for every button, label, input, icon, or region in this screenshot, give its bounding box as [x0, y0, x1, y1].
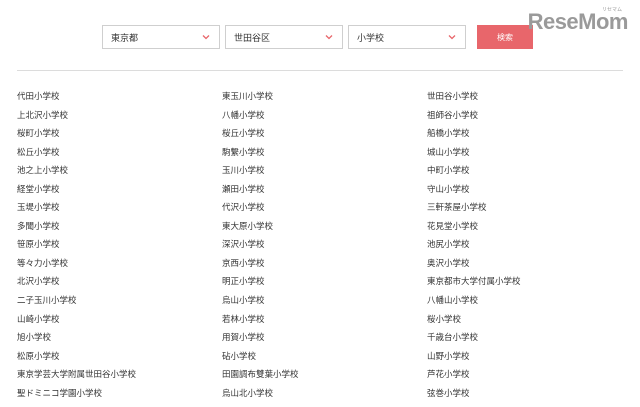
school-list: 代田小学校 上北沢小学校 桜町小学校 松丘小学校 池之上小学校 経堂小学校 玉堤小学校 多聞小…	[17, 88, 632, 403]
school-link[interactable]: 北沢小学校	[17, 273, 222, 292]
chevron-down-icon	[325, 35, 333, 40]
school-link[interactable]: 東大原小学校	[222, 218, 427, 237]
school-link[interactable]: 芦花小学校	[427, 366, 632, 385]
school-link[interactable]: 山崎小学校	[17, 311, 222, 330]
school-link[interactable]: 京西小学校	[222, 255, 427, 274]
school-link[interactable]: 笹原小学校	[17, 236, 222, 255]
search-filters: 東京都 世田谷区 小学校 検索	[102, 25, 533, 49]
school-link[interactable]: 明正小学校	[222, 273, 427, 292]
school-link[interactable]: 東玉川小学校	[222, 88, 427, 107]
school-link[interactable]: 松丘小学校	[17, 144, 222, 163]
school-link[interactable]: 桜町小学校	[17, 125, 222, 144]
school-link[interactable]: 池之上小学校	[17, 162, 222, 181]
school-link[interactable]: 玉堤小学校	[17, 199, 222, 218]
chevron-down-icon	[448, 35, 456, 40]
school-link[interactable]: 二子玉川小学校	[17, 292, 222, 311]
school-type-select-value: 小学校	[357, 33, 385, 44]
chevron-down-icon	[202, 35, 210, 40]
school-link[interactable]: 奥沢小学校	[427, 255, 632, 274]
school-link[interactable]: 山野小学校	[427, 348, 632, 367]
school-link[interactable]: 松原小学校	[17, 348, 222, 367]
school-link[interactable]: 桜丘小学校	[222, 125, 427, 144]
school-link[interactable]: 八幡山小学校	[427, 292, 632, 311]
school-link[interactable]: 東京都市大学付属小学校	[427, 273, 632, 292]
school-link[interactable]: 烏山小学校	[222, 292, 427, 311]
school-link[interactable]: 上北沢小学校	[17, 107, 222, 126]
school-link[interactable]: 八幡小学校	[222, 107, 427, 126]
school-link[interactable]: 三軒茶屋小学校	[427, 199, 632, 218]
school-link[interactable]: 中町小学校	[427, 162, 632, 181]
city-select[interactable]: 世田谷区	[225, 25, 343, 49]
school-link[interactable]: 代田小学校	[17, 88, 222, 107]
school-link[interactable]: 花見堂小学校	[427, 218, 632, 237]
school-link[interactable]: 城山小学校	[427, 144, 632, 163]
school-link[interactable]: 祖師谷小学校	[427, 107, 632, 126]
school-link[interactable]: 桜小学校	[427, 311, 632, 330]
school-link[interactable]: 瀬田小学校	[222, 181, 427, 200]
school-link[interactable]: 聖ドミニコ学園小学校	[17, 385, 222, 404]
school-link[interactable]: 等々力小学校	[17, 255, 222, 274]
search-button[interactable]: 検索	[477, 25, 533, 49]
school-link[interactable]: 東京学芸大学附属世田谷小学校	[17, 366, 222, 385]
school-link[interactable]: 若林小学校	[222, 311, 427, 330]
city-select-value: 世田谷区	[234, 33, 271, 44]
school-column-1: 代田小学校 上北沢小学校 桜町小学校 松丘小学校 池之上小学校 経堂小学校 玉堤小学校 多聞小…	[17, 88, 222, 403]
school-type-select[interactable]: 小学校	[348, 25, 466, 49]
school-link[interactable]: 世田谷小学校	[427, 88, 632, 107]
prefecture-select-value: 東京都	[111, 33, 139, 44]
school-link[interactable]: 千歳台小学校	[427, 329, 632, 348]
school-link[interactable]: 田園調布雙葉小学校	[222, 366, 427, 385]
school-link[interactable]: 船橋小学校	[427, 125, 632, 144]
school-link[interactable]: 旭小学校	[17, 329, 222, 348]
school-link[interactable]: 守山小学校	[427, 181, 632, 200]
school-link[interactable]: 代沢小学校	[222, 199, 427, 218]
school-link[interactable]: 多聞小学校	[17, 218, 222, 237]
school-link[interactable]: 用賀小学校	[222, 329, 427, 348]
school-link[interactable]: 砧小学校	[222, 348, 427, 367]
prefecture-select[interactable]: 東京都	[102, 25, 220, 49]
school-link[interactable]: 駒繋小学校	[222, 144, 427, 163]
school-link[interactable]: 烏山北小学校	[222, 385, 427, 404]
resemom-logo: ReseMom リセマム	[528, 7, 629, 35]
school-link[interactable]: 弦巻小学校	[427, 385, 632, 404]
school-link[interactable]: 深沢小学校	[222, 236, 427, 255]
school-column-2: 東玉川小学校 八幡小学校 桜丘小学校 駒繋小学校 玉川小学校 瀬田小学校 代沢小学校 東大原小…	[222, 88, 427, 403]
logo-ruby: リセマム	[601, 7, 622, 13]
divider	[17, 70, 623, 71]
school-link[interactable]: 玉川小学校	[222, 162, 427, 181]
school-column-3: 世田谷小学校 祖師谷小学校 船橋小学校 城山小学校 中町小学校 守山小学校 三軒茶屋小学校花…	[427, 88, 632, 403]
school-link[interactable]: 経堂小学校	[17, 181, 222, 200]
school-link[interactable]: 池尻小学校	[427, 236, 632, 255]
